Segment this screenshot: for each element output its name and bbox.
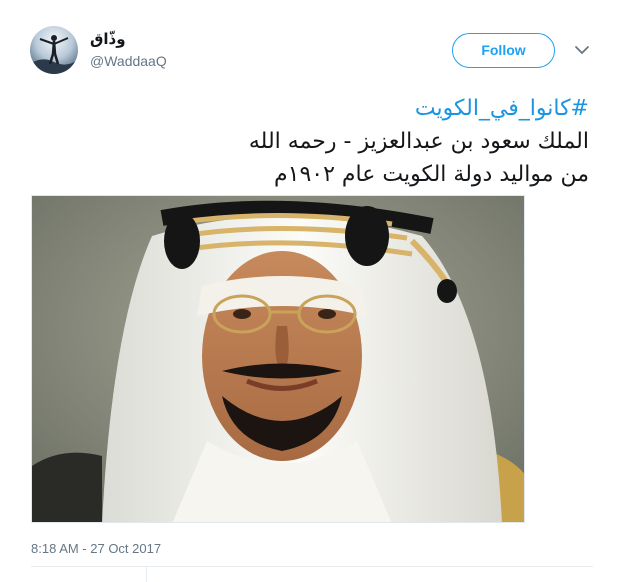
follow-button[interactable]: Follow [452,33,555,68]
display-name[interactable]: وذّاق [90,30,126,48]
avatar-silhouette-icon [30,35,78,74]
tweet-line-1: الملك سعود بن عبدالعزيز - رحمه الله [248,129,589,154]
chevron-down-icon[interactable] [572,42,592,58]
user-handle[interactable]: @WaddaaQ [90,53,167,69]
hashtag-link[interactable]: #كانوا_في_الكويت [415,96,589,121]
divider [31,566,593,567]
portrait-image [32,196,524,522]
tweet-timestamp[interactable]: 8:18 AM - 27 Oct 2017 [31,541,161,556]
tweet-line-2: من مواليد دولة الكويت عام ١٩٠٢م [274,162,589,187]
tweet-text: #كانوا_في_الكويت الملك سعود بن عبدالعزيز… [29,92,589,191]
avatar[interactable] [30,26,78,74]
divider [146,567,147,582]
tweet-photo[interactable] [31,195,525,523]
tweet-card: وذّاق @WaddaaQ Follow #كانوا_في_الكويت ا… [0,0,625,582]
